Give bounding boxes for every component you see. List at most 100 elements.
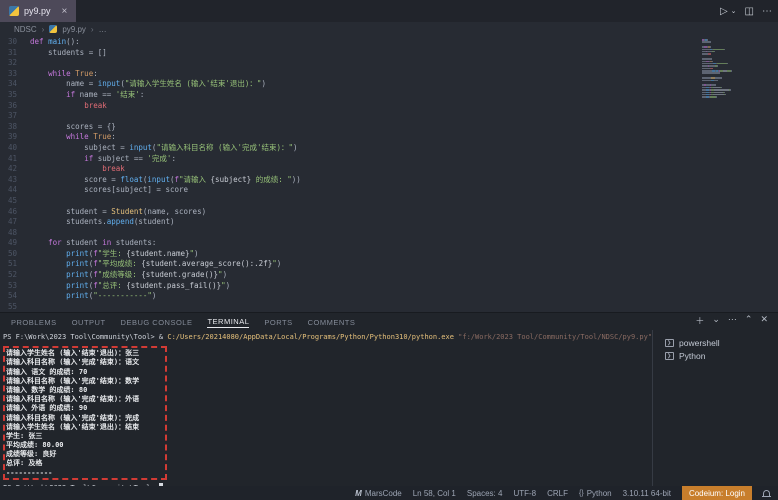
status-label: Codeium: Login — [689, 489, 745, 498]
line-number: 30 — [0, 37, 30, 48]
code-area[interactable]: 30def main():31 students = []3233 while … — [0, 36, 778, 312]
code-line: 48 — [0, 228, 778, 239]
terminal-profile-dropdown-icon[interactable]: ⌄ — [712, 314, 720, 327]
code-line: 54 print("-----------") — [0, 291, 778, 302]
minimap-line — [702, 82, 748, 84]
code-text: student = Student(name, scores) — [30, 207, 206, 218]
status-indentation[interactable]: Spaces: 4 — [467, 489, 503, 498]
line-number: 48 — [0, 228, 30, 239]
panel-tab-comments[interactable]: COMMENTS — [308, 316, 356, 328]
code-text: def main(): — [30, 37, 80, 48]
terminal-more-actions-icon[interactable]: ⋯ — [728, 314, 737, 327]
status-marscode[interactable]: MMarsCode — [355, 489, 402, 498]
status-label: Spaces: 4 — [467, 489, 503, 498]
minimap-line — [702, 39, 748, 41]
code-text: if subject == '完成': — [30, 154, 176, 165]
code-text: print(f"总评: {student.pass_fail()}") — [30, 281, 230, 292]
tab-py9[interactable]: py9.py × — [0, 0, 76, 22]
line-number: 52 — [0, 270, 30, 281]
editor-more-actions-icon[interactable]: ⋯ — [762, 6, 772, 17]
panel-tab-terminal[interactable]: TERMINAL — [207, 315, 249, 328]
minimap-line — [702, 80, 748, 82]
line-number: 34 — [0, 79, 30, 90]
code-line: 30def main(): — [0, 37, 778, 48]
line-number: 53 — [0, 281, 30, 292]
close-tab-icon[interactable]: × — [62, 6, 68, 17]
terminal-output-line: 请输入科目名称 (输入'完成'结束)：数学 — [6, 377, 165, 386]
status-notifications-bell[interactable] — [763, 490, 770, 496]
panel-tab-debug-console[interactable]: DEBUG CONSOLE — [121, 316, 193, 328]
line-number: 49 — [0, 238, 30, 249]
new-terminal-icon[interactable]: ＋ — [695, 314, 704, 327]
line-number: 38 — [0, 122, 30, 133]
minimap-line — [702, 72, 748, 74]
line-number: 42 — [0, 164, 30, 175]
line-number: 33 — [0, 69, 30, 80]
bell-icon — [763, 490, 770, 496]
breadcrumb-file[interactable]: py9.py — [62, 25, 86, 34]
status-language-mode[interactable]: {}Python — [579, 489, 612, 498]
terminal[interactable]: PS F:\Work\2023 Tool\Community\Tool> & C… — [0, 330, 652, 486]
terminal-list-item-python[interactable]: ❯Python — [653, 349, 778, 362]
braces-icon: {} — [579, 490, 584, 497]
run-dropdown-icon[interactable]: ⌄ — [731, 7, 737, 15]
code-line: 40 subject = input("请输入科目名称 (输入'完成'结束)："… — [0, 143, 778, 154]
status-python-interpreter[interactable]: 3.10.11 64-bit — [623, 489, 671, 498]
breadcrumb-folder[interactable]: NDSC — [14, 25, 37, 34]
terminal-list-item-powershell[interactable]: ❯powershell — [653, 336, 778, 349]
minimap-line — [702, 92, 748, 94]
code-line: 38 scores = {} — [0, 122, 778, 133]
code-text: name = input("请输入学生姓名 (输入'结束'退出)：") — [30, 79, 266, 90]
terminal-icon: ❯ — [665, 339, 674, 347]
terminal-output-line: 请输入 外语 的成绩: 90 — [6, 404, 165, 413]
tab-label: py9.py — [24, 6, 51, 16]
status-eol[interactable]: CRLF — [547, 489, 568, 498]
status-label: UTF-8 — [513, 489, 536, 498]
panel-tab-problems[interactable]: PROBLEMS — [11, 316, 57, 328]
vscode-window: py9.py × ▷ ⌄ ◫ ⋯ NDSC › py9.py › … 30def… — [0, 0, 778, 500]
terminal-output-line: 请输入 数学 的成绩: 80 — [6, 386, 165, 395]
code-text: break — [30, 101, 107, 112]
minimap-line — [702, 65, 748, 67]
python-file-icon — [9, 6, 19, 16]
minimap[interactable] — [702, 39, 748, 101]
terminal-icon: ❯ — [665, 352, 674, 360]
code-editor[interactable]: 30def main():31 students = []3233 while … — [0, 36, 778, 312]
panel-actions: ＋ ⌄ ⋯ ⌃ ✕ — [695, 314, 768, 327]
code-line: 55 — [0, 302, 778, 312]
status-cursor-position[interactable]: Ln 58, Col 1 — [413, 489, 456, 498]
minimap-line — [702, 84, 748, 86]
line-number: 55 — [0, 302, 30, 312]
code-text: if name == '结束': — [30, 90, 144, 101]
split-editor-icon[interactable]: ◫ — [745, 6, 754, 17]
terminal-prompt[interactable]: PS F:\Work\2023 Tool\Community\Tool> — [3, 483, 652, 486]
status-label: Python — [587, 489, 612, 498]
marscode-icon: M — [355, 489, 362, 498]
minimap-line — [702, 94, 748, 96]
panel-tab-output[interactable]: OUTPUT — [72, 316, 106, 328]
code-text: print(f"成绩等级: {student.grade()}") — [30, 270, 227, 281]
close-panel-icon[interactable]: ✕ — [760, 314, 768, 327]
minimap-line — [702, 51, 748, 53]
panel-tab-ports[interactable]: PORTS — [264, 316, 292, 328]
minimap-line — [702, 63, 748, 65]
minimap-line — [702, 99, 748, 101]
terminal-output-line: 请输入科目名称 (输入'完成'结束)：外语 — [6, 395, 165, 404]
maximize-panel-icon[interactable]: ⌃ — [745, 314, 753, 327]
minimap-line — [702, 61, 748, 63]
bottom-panel: PROBLEMS OUTPUT DEBUG CONSOLE TERMINAL PORTS… — [0, 312, 778, 486]
terminal-output-line: 平均成绩: 80.00 — [6, 441, 165, 450]
minimap-line — [702, 41, 748, 43]
code-line: 53 print(f"总评: {student.pass_fail()}") — [0, 281, 778, 292]
minimap-line — [702, 56, 748, 58]
code-line: 47 students.append(student) — [0, 217, 778, 228]
code-line: 37 — [0, 111, 778, 122]
status-codeium-login[interactable]: Codeium: Login — [682, 486, 752, 500]
breadcrumb-separator: › — [42, 25, 45, 34]
breadcrumb-symbol[interactable]: … — [99, 25, 107, 34]
status-encoding[interactable]: UTF-8 — [513, 489, 536, 498]
run-button[interactable]: ▷ — [720, 6, 728, 17]
terminal-output-line: 请输入学生姓名 (输入'结束'退出)：结束 — [6, 423, 165, 432]
terminal-output-line: 请输入科目名称 (输入'完成'结束)：语文 — [6, 358, 165, 367]
code-line: 51 print(f"平均成绩: {student.average_score(… — [0, 259, 778, 270]
